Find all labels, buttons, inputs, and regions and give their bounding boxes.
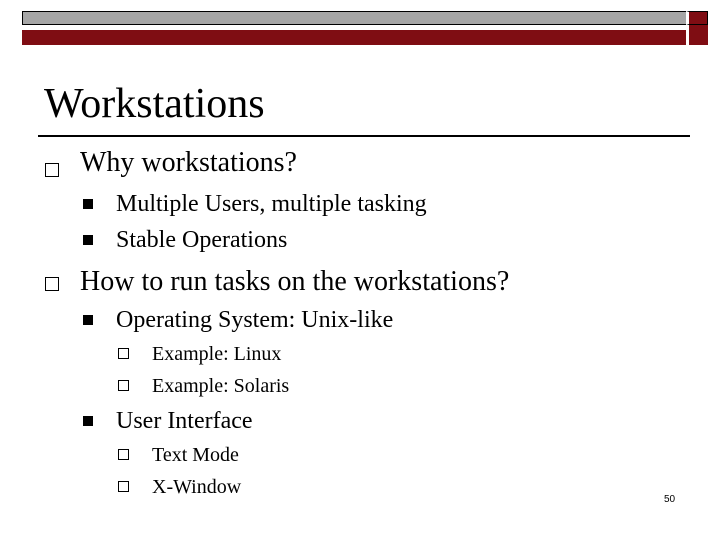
header-corner-block-top — [686, 11, 708, 25]
bullet-level2-item: Operating System: Unix-like — [116, 307, 394, 333]
title-underline — [38, 135, 690, 137]
header-red-bar — [22, 30, 708, 45]
filled-square-bullet-icon — [83, 199, 93, 209]
slide-header-decoration — [0, 0, 720, 45]
hollow-square-bullet-icon — [45, 163, 59, 177]
bullet-level1-item: How to run tasks on the workstations? — [80, 266, 510, 297]
bullet-level2-item: Multiple Users, multiple tasking — [116, 191, 427, 217]
hollow-square-bullet-icon — [45, 277, 59, 291]
header-strip — [22, 11, 708, 45]
hollow-square-bullet-icon — [118, 348, 129, 359]
bullet-level3-item: Example: Solaris — [152, 375, 290, 397]
slide-title: Workstations — [44, 81, 265, 127]
hollow-square-bullet-icon — [118, 481, 129, 492]
bullet-level2-item: Stable Operations — [116, 227, 288, 253]
header-grey-bar — [22, 11, 708, 25]
bullet-level3-item: Example: Linux — [152, 343, 282, 365]
hollow-square-bullet-icon — [118, 380, 129, 391]
bullet-level2-item: User Interface — [116, 408, 253, 434]
bullet-level3-item: X-Window — [152, 476, 242, 498]
filled-square-bullet-icon — [83, 315, 93, 325]
bullet-level1-item: Why workstations? — [80, 147, 297, 178]
hollow-square-bullet-icon — [118, 449, 129, 460]
filled-square-bullet-icon — [83, 416, 93, 426]
bullet-level3-item: Text Mode — [152, 444, 239, 466]
filled-square-bullet-icon — [83, 235, 93, 245]
page-number: 50 — [664, 494, 676, 505]
